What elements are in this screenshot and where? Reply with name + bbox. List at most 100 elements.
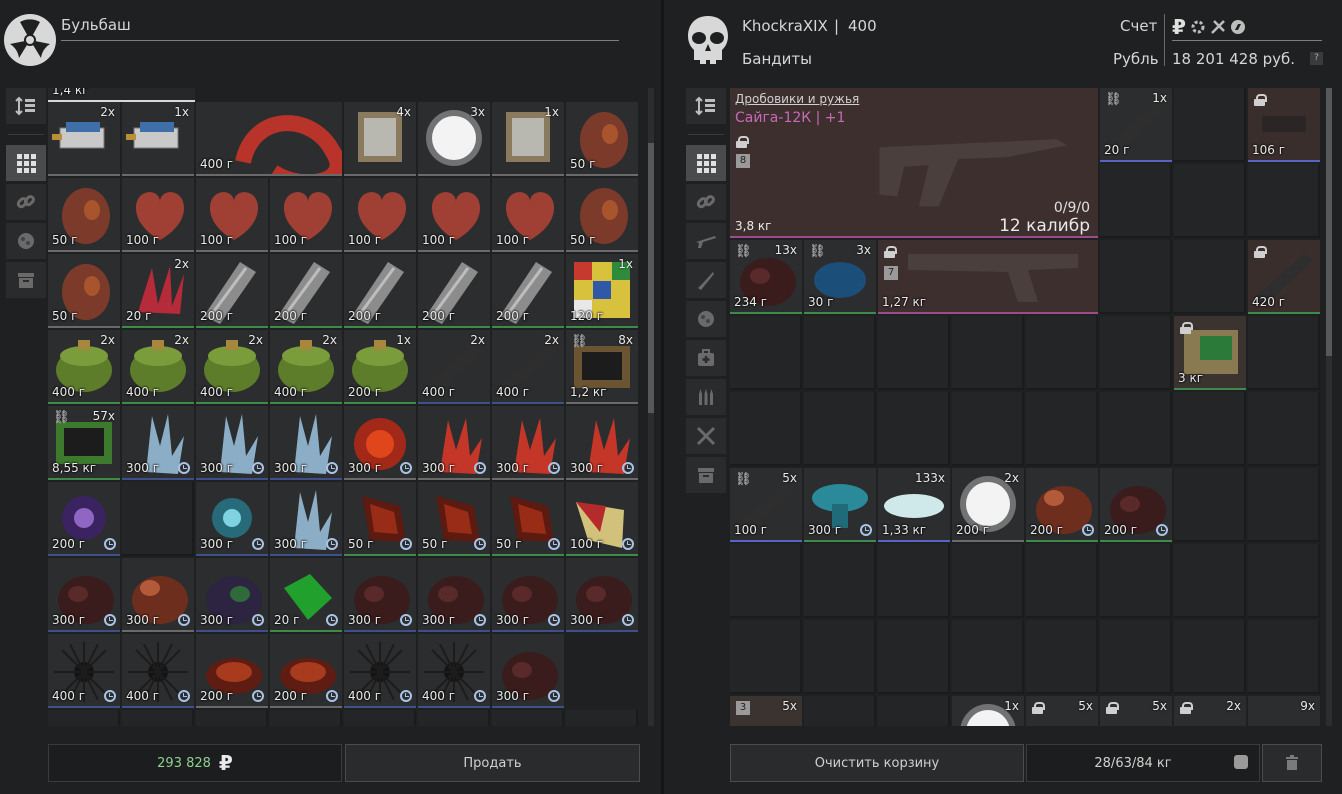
empty-slot[interactable] [1026,392,1098,466]
inventory-item-heart-organ[interactable]: 50 г [48,178,120,252]
artifact-filter-button[interactable] [6,223,46,259]
empty-slot[interactable] [48,710,120,726]
empty-slot[interactable] [1248,620,1320,694]
trader-inventory-scrollbar[interactable] [1326,88,1332,726]
inventory-item-multitool[interactable]: 200 г [344,254,416,328]
empty-slot[interactable] [1174,164,1246,238]
inventory-item-red-crystal[interactable]: 300 г [566,406,638,480]
empty-slot[interactable] [418,710,490,726]
inventory-item-urchin[interactable]: 400 г [48,634,120,708]
player-inventory-scrollbar[interactable] [648,88,654,726]
item-fluff-bottom[interactable]: 1x [952,696,1024,726]
inventory-item-heart-organ[interactable]: 50 г [566,178,638,252]
empty-slot[interactable] [1174,88,1246,162]
empty-slot[interactable] [804,316,876,390]
empty-slot[interactable] [122,482,194,556]
inventory-item-rock-dark[interactable]: 300 г [344,558,416,632]
item-mushroom[interactable]: 13x 234 г ⛓ [730,240,802,314]
ammo-filter-button[interactable] [686,379,726,415]
empty-slot[interactable] [804,544,876,618]
empty-slot[interactable] [122,710,194,726]
inventory-item-rock-dark[interactable]: 300 г [492,558,564,632]
inventory-item-heart[interactable]: 100 г [196,178,268,252]
item-detector[interactable]: 3 кг [1174,316,1246,390]
medkit-filter-button[interactable] [686,340,726,376]
inventory-item-burst[interactable]: 200 г [48,482,120,556]
item-salt[interactable]: 133x 1,33 кг [878,468,950,542]
inventory-item-multitool[interactable]: 200 г [418,254,490,328]
inventory-item-multitool[interactable]: 200 г [492,254,564,328]
inventory-item-spikes[interactable]: 2x 20 г [122,254,194,328]
item-ammo-3[interactable]: 2x [1174,696,1246,726]
empty-slot[interactable] [1174,544,1246,618]
grid-view-button[interactable] [6,145,46,181]
empty-slot[interactable] [1026,544,1098,618]
archive-filter-button[interactable] [6,262,46,298]
empty-slot[interactable] [804,392,876,466]
grid-view-button[interactable] [686,145,726,181]
inventory-item-rail[interactable]: 2x 400 г [418,330,490,404]
inventory-item-multitool[interactable]: 200 г [270,254,342,328]
empty-slot[interactable] [1248,544,1320,618]
inventory-item-heart-organ[interactable]: 50 г [48,254,120,328]
inventory-item-urchin[interactable]: 400 г [344,634,416,708]
empty-slot[interactable] [1248,316,1320,390]
empty-slot[interactable] [878,316,950,390]
empty-slot[interactable] [804,696,876,726]
inventory-item-rock-red[interactable]: 300 г [122,558,194,632]
player-scroll-thumb[interactable] [648,143,654,413]
inventory-item-pda[interactable]: 8x 1,2 кг ⛓ [566,330,638,404]
inventory-item-cube[interactable]: 1x 120 г [566,254,638,328]
inventory-item-fluff[interactable]: 3x [418,102,490,176]
empty-slot[interactable] [1100,620,1172,694]
item-fluff[interactable]: 2x 200 г [952,468,1024,542]
empty-slot[interactable] [730,316,802,390]
item-box[interactable]: 5x 3 [730,696,802,726]
inventory-item-red-crystal[interactable]: 300 г [492,406,564,480]
inventory-item-pda-green[interactable]: 57x 8,55 кг ⛓ [48,406,120,480]
inventory-item-red-crystal[interactable]: 300 г [418,406,490,480]
inventory-item-can[interactable]: 2x 400 г [196,330,268,404]
linked-filter-button[interactable] [6,184,46,220]
empty-slot[interactable] [804,620,876,694]
inventory-item-ember[interactable]: 200 г [196,634,268,708]
empty-slot[interactable] [878,544,950,618]
tools-filter-button[interactable] [686,418,726,454]
inventory-item-lava[interactable]: 50 г [418,482,490,556]
inventory-item-transformer[interactable]: 1x [492,102,564,176]
sort-button[interactable] [6,88,46,124]
inventory-item-crystal[interactable]: 300 г [270,406,342,480]
empty-slot[interactable] [952,544,1024,618]
inventory-item-urchin[interactable]: 400 г [122,634,194,708]
archive-filter-button[interactable] [686,457,726,493]
inventory-item-rock-purple[interactable]: 300 г [196,558,268,632]
empty-slot[interactable] [1100,316,1172,390]
empty-slot[interactable] [952,392,1024,466]
empty-slot[interactable] [1174,392,1246,466]
empty-slot[interactable] [270,710,342,726]
empty-slot[interactable] [492,710,564,726]
item-scope[interactable]: 420 г [1248,240,1320,314]
empty-slot[interactable] [878,696,950,726]
empty-slot[interactable] [1248,392,1320,466]
item-ammo-4[interactable]: 9x [1248,696,1320,726]
inventory-item-heart[interactable]: 100 г [418,178,490,252]
sell-button[interactable]: Продать [345,744,640,782]
empty-slot[interactable] [952,620,1024,694]
empty-slot[interactable] [878,620,950,694]
knife-filter-button[interactable] [686,262,726,298]
inventory-item-rail[interactable]: 2x 400 г [492,330,564,404]
linked-filter-button[interactable] [686,184,726,220]
inventory-item-ember[interactable]: 200 г [270,634,342,708]
empty-slot[interactable] [1026,316,1098,390]
empty-slot[interactable] [566,710,638,726]
inventory-item-transformer[interactable]: 4x [344,102,416,176]
artifact-filter-button[interactable] [686,301,726,337]
empty-slot[interactable] [1174,240,1246,314]
inventory-item-can[interactable]: 2x 400 г [48,330,120,404]
inventory-item-rock-dark[interactable]: 300 г [566,558,638,632]
inventory-item-multitool[interactable]: 200 г [196,254,268,328]
inventory-item-blue-burst[interactable]: 300 г [196,482,268,556]
weapon-pistol[interactable]: 7 1,27 кг [878,240,1098,314]
item-syringe-2[interactable]: 5x 100 г ⛓ [730,468,802,542]
